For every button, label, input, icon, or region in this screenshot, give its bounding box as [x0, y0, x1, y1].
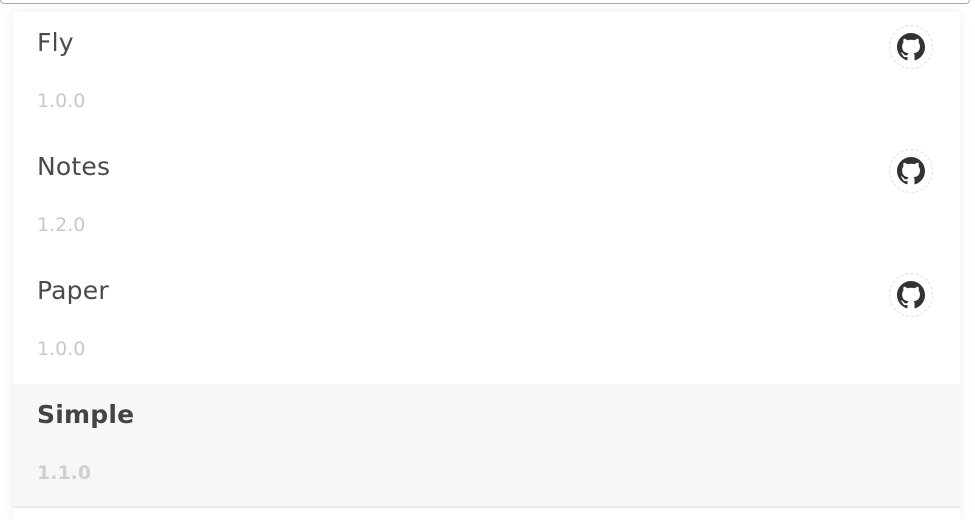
theme-name: Notes: [37, 152, 111, 181]
theme-version: 1.2.0: [37, 214, 86, 236]
theme-name: Simple: [37, 400, 135, 429]
github-icon: [897, 33, 925, 61]
theme-name: Fly: [37, 28, 74, 57]
github-link-button[interactable]: [889, 149, 933, 193]
theme-option-simple[interactable]: Simple 1.1.0: [13, 384, 960, 508]
theme-dropdown-list: Fly 1.0.0 Notes 1.2.0 Paper 1.0.0 Simple…: [13, 12, 960, 520]
github-link-button[interactable]: [889, 25, 933, 69]
theme-version: 1.0.0: [37, 338, 86, 360]
github-icon: [897, 281, 925, 309]
github-icon: [897, 157, 925, 185]
theme-option-fly[interactable]: Fly 1.0.0: [13, 12, 960, 136]
theme-option-paper[interactable]: Paper 1.0.0: [13, 260, 960, 384]
theme-option-notes[interactable]: Notes 1.2.0: [13, 136, 960, 260]
theme-selector: Fly 1.0.0 Notes 1.2.0 Paper 1.0.0 Simple…: [0, 0, 975, 520]
select-box-edge[interactable]: [0, 0, 970, 4]
theme-version: 1.1.0: [37, 462, 92, 484]
theme-version: 1.0.0: [37, 90, 86, 112]
github-link-button[interactable]: [889, 273, 933, 317]
theme-name: Paper: [37, 276, 109, 305]
